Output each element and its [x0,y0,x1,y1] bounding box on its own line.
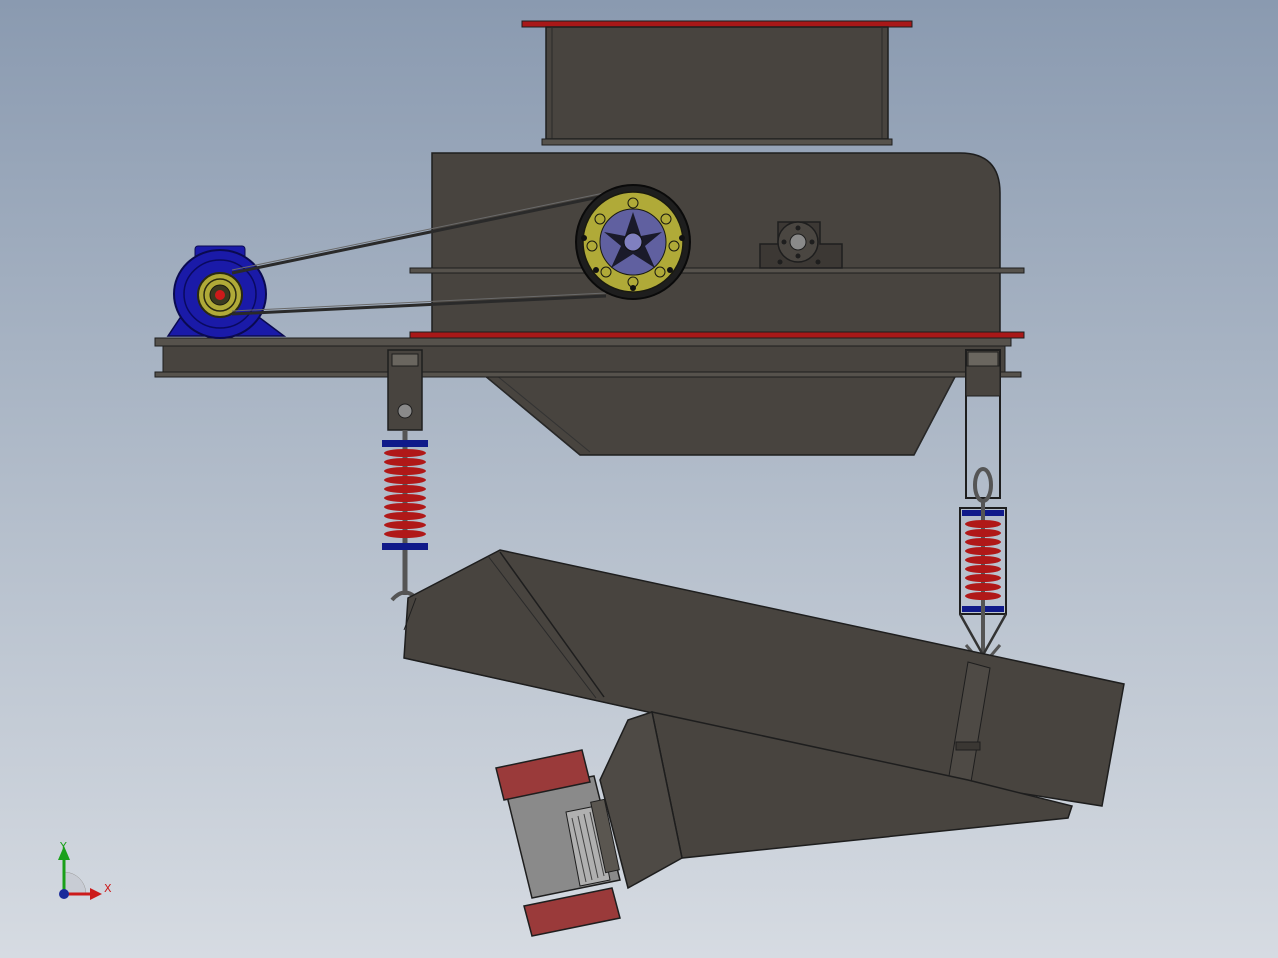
large-pulley [575,184,691,300]
right-spring-coils [965,520,1001,600]
vibrating-trough [403,549,1125,890]
right-suspension [958,349,1008,690]
axis-triad: Y X [58,840,112,900]
hopper-inlet [521,20,913,146]
drive-motor [166,245,287,339]
base-frame-beam [154,337,1022,378]
main-housing [409,152,1025,456]
left-suspension [382,349,428,602]
cad-viewport[interactable]: Y X [0,0,1278,958]
x-axis-label: X [104,882,112,895]
y-axis-label: Y [59,840,67,853]
